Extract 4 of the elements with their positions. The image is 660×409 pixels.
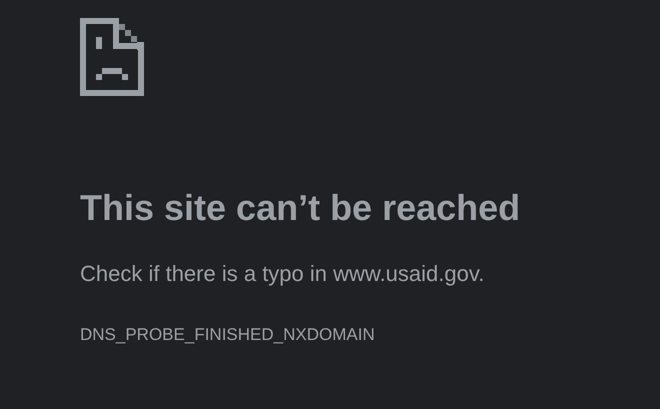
error-message: Check if there is a typo in www.usaid.gov. xyxy=(80,260,486,288)
error-heading: This site can’t be reached xyxy=(80,186,522,230)
sad-page-icon xyxy=(80,18,144,96)
error-code: DNS_PROBE_FINISHED_NXDOMAIN xyxy=(80,324,376,346)
